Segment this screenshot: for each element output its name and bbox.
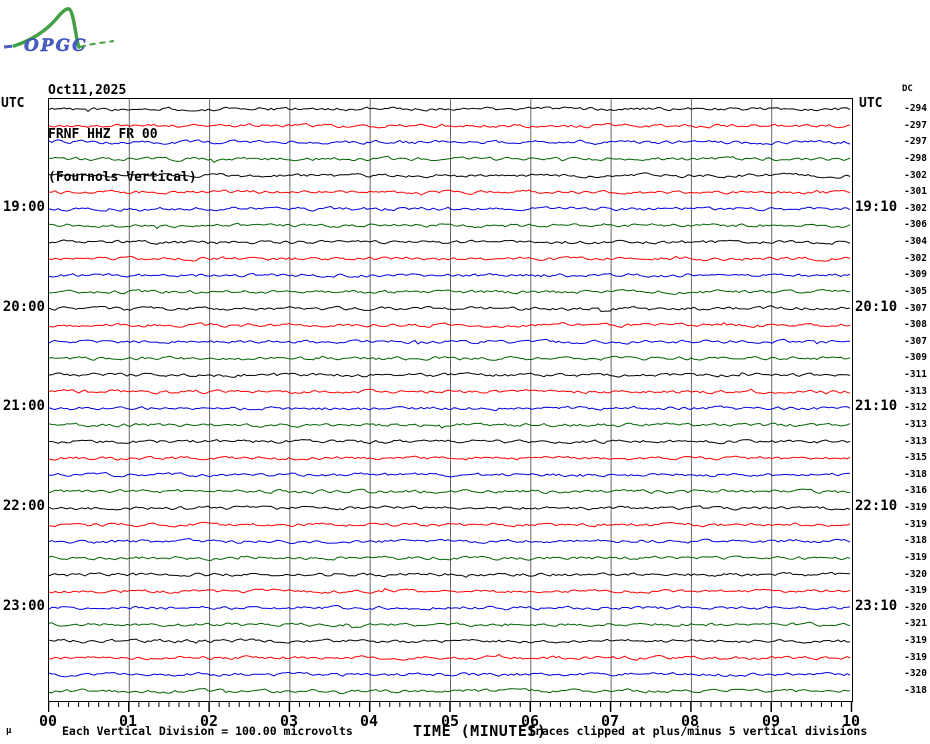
- dc-value: -302: [904, 203, 927, 214]
- trace-row: [49, 255, 851, 262]
- trace-row: [49, 239, 851, 245]
- x-tick-label: 01: [118, 712, 138, 730]
- helicorder-page: OPGC Oct11,2025 FRNF HHZ FR 00 (Fournols…: [0, 0, 930, 744]
- x-tick-label: 10: [841, 712, 861, 730]
- trace-row: [49, 471, 850, 478]
- trace-row: [49, 455, 851, 461]
- trace-row: [49, 288, 851, 295]
- corner-mark: μ: [6, 726, 12, 736]
- dc-value: -319: [904, 502, 927, 513]
- dc-value: -309: [904, 352, 927, 363]
- trace-row: [49, 488, 851, 495]
- trace-row: [49, 555, 851, 562]
- trace-row: [49, 272, 851, 278]
- dc-value: -297: [904, 120, 927, 131]
- trace-row: [49, 405, 851, 412]
- trace-row: [49, 222, 851, 230]
- trace-row: [49, 355, 851, 361]
- dc-column-header: DC: [902, 84, 913, 94]
- dc-value: -302: [904, 170, 927, 181]
- trace-row: [49, 604, 851, 611]
- dc-value: -318: [904, 685, 927, 696]
- dc-value: -309: [904, 269, 927, 280]
- header-date: Oct11,2025: [48, 83, 127, 98]
- trace-row: [49, 189, 851, 196]
- trace-row: [49, 305, 851, 312]
- x-tick-label: 09: [761, 712, 781, 730]
- trace-row: [49, 388, 851, 395]
- left-axis-title: UTC: [1, 96, 25, 111]
- left-time-label: 23:00: [2, 598, 45, 614]
- dc-value: -313: [904, 419, 927, 430]
- trace-row: [49, 505, 851, 511]
- trace-row: [49, 422, 851, 429]
- trace-row: [49, 122, 851, 129]
- x-tick-label: 08: [680, 712, 700, 730]
- trace-row: [49, 155, 851, 164]
- trace-row: [49, 338, 851, 345]
- left-time-label: 19:00: [2, 199, 45, 215]
- dc-value: -305: [904, 286, 927, 297]
- dc-value: -302: [904, 253, 927, 264]
- dc-value: -308: [904, 319, 927, 330]
- left-time-label: 20:00: [2, 299, 45, 315]
- trace-row: [49, 638, 851, 644]
- dc-value: -318: [904, 469, 927, 480]
- x-tick-label: 05: [440, 712, 460, 730]
- trace-row: [49, 106, 851, 113]
- trace-row: [49, 538, 851, 545]
- trace-row: [49, 671, 851, 678]
- dc-value: -311: [904, 369, 927, 380]
- left-time-label: 21:00: [2, 398, 45, 414]
- dc-value: -307: [904, 336, 927, 347]
- trace-row: [49, 321, 851, 329]
- trace-row: [49, 587, 851, 594]
- dc-value: -301: [904, 186, 927, 197]
- dc-value: -320: [904, 668, 927, 679]
- trace-row: [49, 172, 851, 179]
- dc-value: -316: [904, 485, 927, 496]
- trace-row: [49, 571, 851, 578]
- dc-value: -304: [904, 236, 927, 247]
- dc-value: -319: [904, 519, 927, 530]
- dc-value: -320: [904, 569, 927, 580]
- trace-row: [49, 653, 851, 661]
- x-tick-label: 00: [38, 712, 58, 730]
- dc-value: -321: [904, 618, 927, 629]
- trace-row: [49, 139, 851, 146]
- dc-value: -319: [904, 585, 927, 596]
- seismogram-traces: [49, 99, 851, 701]
- dc-value: -313: [904, 436, 927, 447]
- right-axis-title: UTC: [859, 96, 883, 111]
- dc-value: -313: [904, 386, 927, 397]
- x-tick-label: 06: [520, 712, 540, 730]
- dc-value: -297: [904, 136, 927, 147]
- x-tick-label: 02: [199, 712, 219, 730]
- x-tick-label: 04: [359, 712, 379, 730]
- trace-row: [49, 687, 851, 695]
- dc-value: -312: [904, 402, 927, 413]
- dc-value: -294: [904, 103, 927, 114]
- dc-value: -315: [904, 452, 927, 463]
- dc-value: -320: [904, 602, 927, 613]
- dc-value: -298: [904, 153, 927, 164]
- trace-plot-area: [48, 98, 853, 702]
- dc-value: -306: [904, 219, 927, 230]
- trace-row: [49, 439, 851, 445]
- trace-row: [49, 372, 851, 378]
- trace-row: [49, 205, 851, 212]
- dc-value: -319: [904, 652, 927, 663]
- trace-row: [49, 521, 851, 528]
- dc-value: -318: [904, 535, 927, 546]
- dc-value: -307: [904, 303, 927, 314]
- x-tick-label: 03: [279, 712, 299, 730]
- dc-value: -319: [904, 552, 927, 563]
- left-time-label: 22:00: [2, 498, 45, 514]
- x-tick-label: 07: [600, 712, 620, 730]
- opgc-logo-text: OPGC: [24, 36, 88, 56]
- dc-value: -319: [904, 635, 927, 646]
- trace-row: [49, 621, 851, 629]
